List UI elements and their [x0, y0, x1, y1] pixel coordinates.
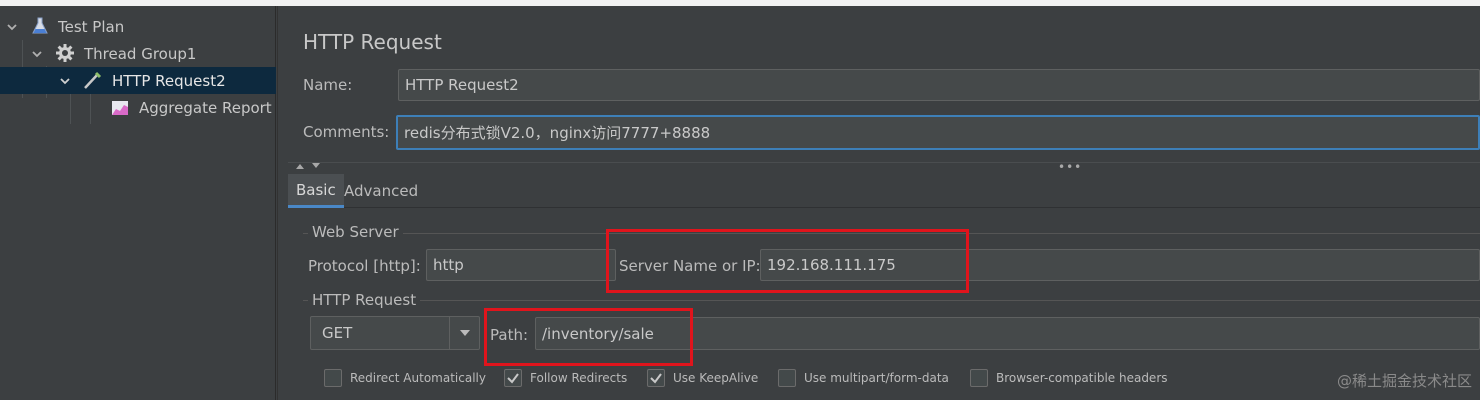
gear-icon: [55, 43, 75, 63]
split-pane-divider[interactable]: [277, 6, 288, 400]
checkbox-checked[interactable]: [647, 369, 665, 387]
option-label: Use multipart/form-data: [804, 371, 949, 385]
protocol-label: Protocol [http]:: [308, 257, 421, 275]
group-border: [303, 233, 1480, 234]
follow-redirects-option[interactable]: Follow Redirects: [504, 368, 627, 388]
path-field[interactable]: /inventory/sale: [535, 317, 1480, 350]
option-label: Redirect Automatically: [350, 371, 486, 385]
checkbox[interactable]: [970, 369, 988, 387]
checkbox[interactable]: [778, 369, 796, 387]
collapse-down-icon[interactable]: [312, 163, 320, 168]
tree-item-label: HTTP Request2: [112, 71, 226, 90]
tree-item-label: Aggregate Report: [139, 98, 272, 117]
chevron-down-icon[interactable]: [30, 47, 44, 61]
tree-item-label: Thread Group1: [84, 44, 197, 63]
tree-item-http-request[interactable]: HTTP Request2: [0, 67, 276, 94]
name-field[interactable]: HTTP Request2: [398, 69, 1480, 101]
comments-field[interactable]: redis分布式锁V2.0，nginx访问7777+8888: [396, 115, 1480, 150]
path-label: Path:: [490, 326, 529, 344]
checkbox-checked[interactable]: [504, 369, 522, 387]
tree-item-test-plan[interactable]: Test Plan: [0, 13, 276, 40]
server-name-field[interactable]: 192.168.111.175: [760, 249, 1480, 281]
tree-item-aggregate-report[interactable]: Aggregate Report: [0, 94, 276, 121]
protocol-field[interactable]: http: [426, 249, 616, 281]
option-label: Follow Redirects: [530, 371, 628, 385]
use-multipart-option[interactable]: Use multipart/form-data: [778, 368, 949, 388]
collapse-up-icon[interactable]: [296, 164, 304, 169]
use-keepalive-option[interactable]: Use KeepAlive: [647, 368, 758, 388]
chevron-down-icon[interactable]: [58, 74, 72, 88]
pipette-icon: [82, 70, 102, 90]
test-plan-tree: Test Plan Thread Group1 HTTP Request2 Ag…: [0, 6, 276, 400]
panel-title: HTTP Request: [303, 30, 442, 54]
redirect-automatically-option[interactable]: Redirect Automatically: [324, 368, 486, 388]
name-label: Name:: [303, 76, 353, 94]
flask-icon: [30, 16, 50, 36]
browser-compatible-headers-option[interactable]: Browser-compatible headers: [970, 368, 1168, 388]
server-name-label: Server Name or IP:: [619, 257, 761, 275]
option-label: Browser-compatible headers: [996, 371, 1168, 385]
method-value: GET: [322, 324, 353, 342]
dropdown-arrow-icon[interactable]: [449, 317, 479, 349]
watermark: @稀土掘金技术社区: [1336, 372, 1472, 390]
comments-label: Comments:: [303, 123, 390, 141]
method-select[interactable]: GET: [310, 316, 480, 350]
checkbox[interactable]: [324, 369, 342, 387]
collapse-divider[interactable]: [288, 162, 1480, 174]
group-border: [303, 300, 1480, 301]
tab-advanced[interactable]: Advanced: [336, 174, 426, 208]
option-label: Use KeepAlive: [673, 371, 759, 385]
chevron-down-icon[interactable]: [5, 20, 19, 34]
chart-icon: [110, 98, 130, 118]
tab-bar: Basic Advanced: [288, 174, 1480, 208]
tree-item-label: Test Plan: [58, 17, 125, 36]
web-server-group-title: Web Server: [308, 223, 403, 241]
tree-item-thread-group[interactable]: Thread Group1: [0, 40, 276, 67]
http-request-group-title: HTTP Request: [308, 291, 421, 309]
drag-handle-icon[interactable]: •••: [1058, 160, 1082, 174]
http-request-panel: HTTP Request Name: HTTP Request2 Comment…: [288, 6, 1480, 400]
